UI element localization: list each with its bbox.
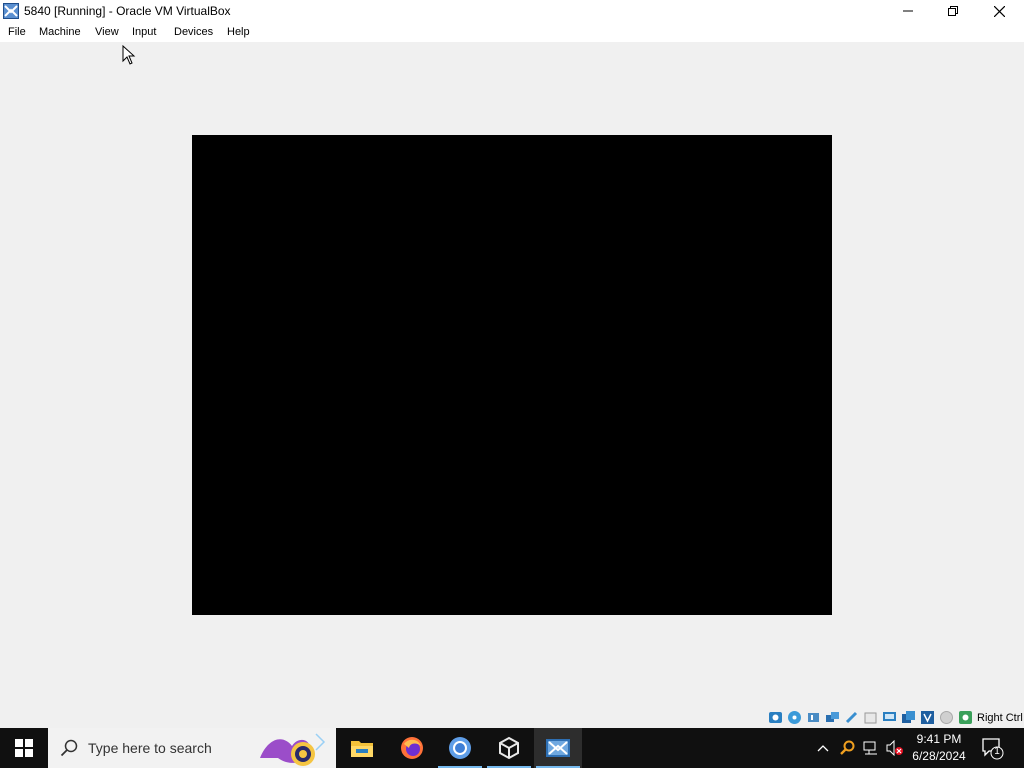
network-tray-icon xyxy=(863,741,877,755)
close-icon xyxy=(993,5,1005,17)
chrome-icon xyxy=(449,737,471,759)
usb-icon[interactable] xyxy=(844,710,859,725)
minimize-button[interactable] xyxy=(885,0,931,22)
tray-volume[interactable] xyxy=(886,738,904,758)
tray-search-app[interactable] xyxy=(838,738,856,758)
firefox-icon xyxy=(401,737,423,759)
virtualbox-app-icon xyxy=(3,3,19,19)
window-title: 5840 [Running] - Oracle VM VirtualBox xyxy=(24,4,231,18)
mouse-integration-icon[interactable] xyxy=(939,710,954,725)
taskbar-chrome[interactable] xyxy=(436,728,484,768)
search-placeholder: Type here to search xyxy=(88,740,212,756)
show-hidden-icons-button[interactable] xyxy=(814,738,832,758)
close-button[interactable] xyxy=(976,0,1022,22)
menu-bar: File Machine View Input Devices Help xyxy=(0,22,1024,42)
search-highlight-graphic xyxy=(260,733,326,766)
host-key-label: Right Ctrl xyxy=(977,712,1023,724)
network-icon[interactable] xyxy=(825,710,840,725)
optical-drive-icon[interactable] xyxy=(787,710,802,725)
host-key-icon[interactable] xyxy=(958,710,973,725)
windows-logo-icon xyxy=(15,739,33,757)
vm-window-icon xyxy=(546,739,570,757)
taskbar-file-explorer[interactable] xyxy=(338,728,386,768)
taskbar-virtualbox[interactable] xyxy=(485,728,533,768)
title-bar: 5840 [Running] - Oracle VM VirtualBox xyxy=(0,0,1024,22)
start-button[interactable] xyxy=(0,728,48,768)
minimize-icon xyxy=(903,10,913,12)
volume-muted-icon xyxy=(886,740,903,756)
menu-machine[interactable]: Machine xyxy=(39,26,81,38)
virtualbox-icon xyxy=(499,736,519,760)
shared-folders-icon[interactable] xyxy=(863,710,878,725)
file-explorer-icon xyxy=(351,741,373,757)
action-center-button[interactable]: 1 xyxy=(980,736,1004,760)
mouse-cursor-icon xyxy=(122,45,136,65)
menu-view[interactable]: View xyxy=(95,26,119,38)
taskbar-vm-window[interactable] xyxy=(534,728,582,768)
audio-icon[interactable] xyxy=(806,710,821,725)
restore-button[interactable] xyxy=(930,0,976,22)
menu-devices[interactable]: Devices xyxy=(174,26,213,38)
menu-help[interactable]: Help xyxy=(227,26,250,38)
status-bar: Right Ctrl xyxy=(0,708,1024,728)
video-capture-icon[interactable] xyxy=(901,710,916,725)
clock-date: 6/28/2024 xyxy=(912,749,966,763)
vm-display-area[interactable] xyxy=(0,42,1024,708)
chevron-up-icon xyxy=(817,745,829,752)
taskbar: Type here to search 9:41 PM 6/28/2024 1 xyxy=(0,728,1024,768)
menu-file[interactable]: File xyxy=(8,26,26,38)
restore-icon xyxy=(948,6,958,16)
taskbar-search-box[interactable]: Type here to search xyxy=(48,728,336,768)
search-icon xyxy=(60,739,78,757)
taskbar-firefox[interactable] xyxy=(388,728,436,768)
display-icon[interactable] xyxy=(882,710,897,725)
vm-screen[interactable] xyxy=(192,135,832,615)
notification-count: 1 xyxy=(994,746,1000,757)
menu-input[interactable]: Input xyxy=(132,26,156,38)
capture-icon[interactable] xyxy=(920,710,935,725)
magnifier-tray-icon xyxy=(840,740,855,755)
taskbar-clock[interactable]: 9:41 PM 6/28/2024 xyxy=(906,731,972,765)
tray-network[interactable] xyxy=(862,738,880,758)
hard-disk-icon[interactable] xyxy=(768,710,783,725)
clock-time: 9:41 PM xyxy=(916,732,962,746)
